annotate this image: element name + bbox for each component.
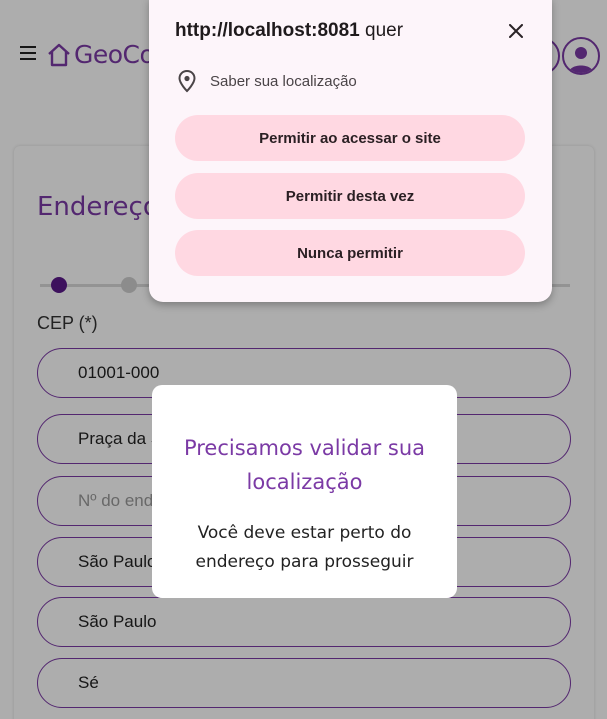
- modal-message: Você deve estar perto do endereço para p…: [195, 523, 414, 572]
- location-pin-icon: [178, 69, 196, 93]
- allow-once-button[interactable]: Permitir desta vez: [175, 173, 525, 219]
- allow-on-visit-button[interactable]: Permitir ao acessar o site: [175, 115, 525, 161]
- location-permission-popup: http://localhost:8081 quer Saber sua loc…: [149, 0, 552, 302]
- permission-verb: quer: [359, 20, 404, 41]
- location-validation-modal: Precisamos validar sua localização Você …: [152, 385, 457, 598]
- permission-title: http://localhost:8081 quer: [175, 20, 403, 42]
- permission-request-text: Saber sua localização: [210, 73, 357, 90]
- never-allow-button[interactable]: Nunca permitir: [175, 230, 525, 276]
- modal-title: Precisamos validar sua localização: [183, 436, 426, 494]
- permission-origin: http://localhost:8081: [175, 20, 360, 41]
- close-icon[interactable]: [505, 20, 527, 42]
